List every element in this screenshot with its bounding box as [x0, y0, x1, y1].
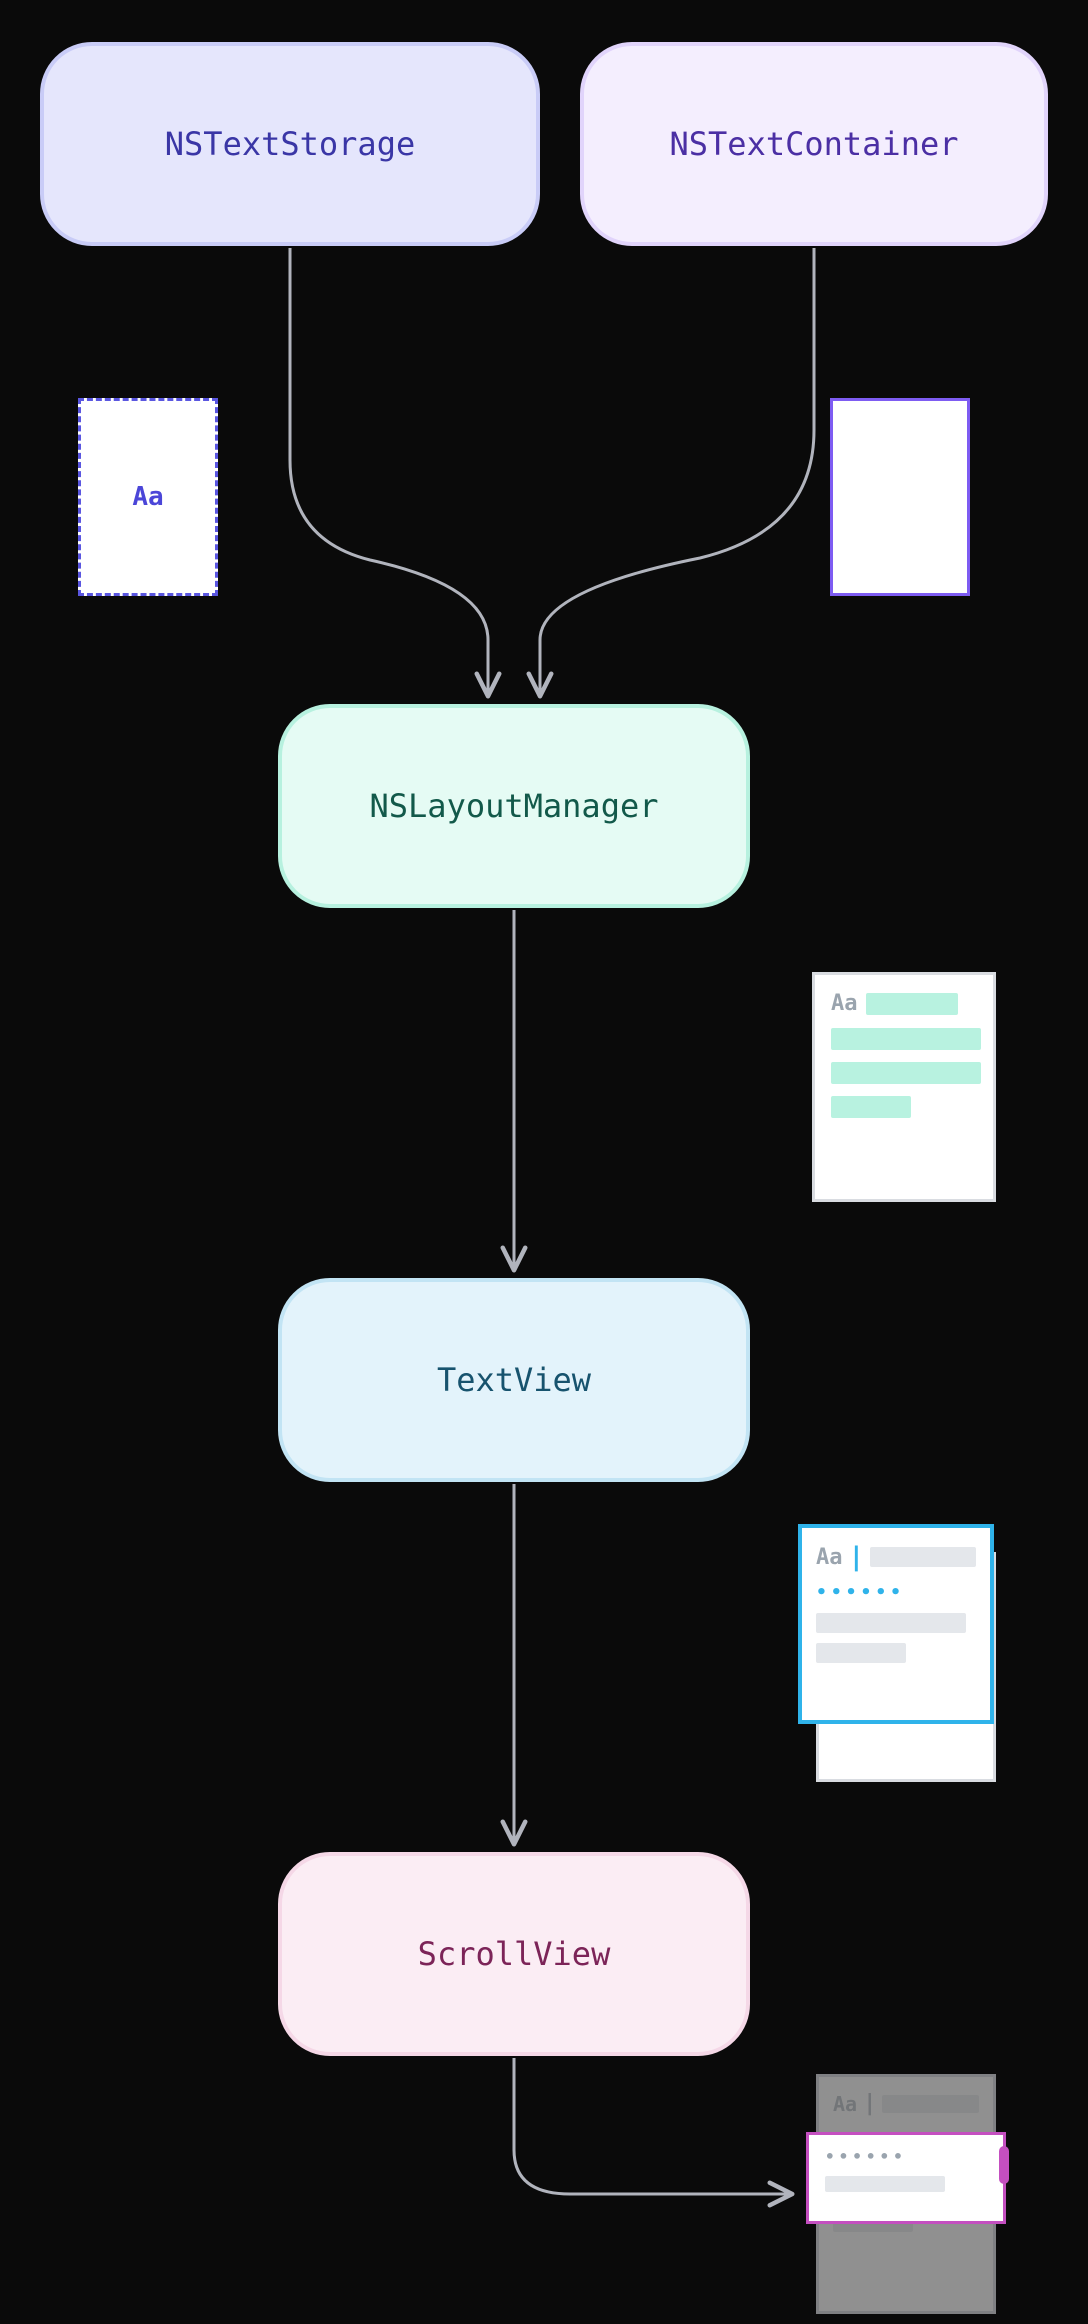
node-label: NSTextStorage: [165, 125, 415, 163]
node-label: NSLayoutManager: [370, 787, 659, 825]
node-nstextstorage: NSTextStorage: [40, 42, 540, 246]
text-container-icon: [830, 398, 970, 596]
text-line-icon: [816, 1613, 966, 1633]
selection-dots-icon: ••••••: [816, 1582, 976, 1603]
text-line-icon: [831, 1028, 981, 1050]
node-label: NSTextContainer: [670, 125, 959, 163]
node-label: TextView: [437, 1361, 591, 1399]
node-scrollview: ScrollView: [278, 1852, 750, 2056]
node-textview: TextView: [278, 1278, 750, 1482]
text-line-icon: [866, 993, 958, 1015]
text-line-icon: [870, 1547, 976, 1567]
selection-dots-icon: ••••••: [825, 2147, 987, 2166]
textview-icon: Aa | ••••••: [798, 1524, 1008, 1782]
node-label: ScrollView: [418, 1935, 611, 1973]
text-storage-icon: Aa: [78, 398, 218, 596]
aa-glyph: Aa: [132, 482, 163, 512]
node-nslayoutmanager: NSLayoutManager: [278, 704, 750, 908]
scroll-viewport-icon: ••••••: [806, 2132, 1006, 2224]
arrow-storage-to-layout: [290, 248, 488, 694]
text-line-icon: [825, 2176, 945, 2192]
text-line-icon: [882, 2095, 979, 2113]
aa-glyph: Aa: [816, 1545, 843, 1570]
scrollbar-thumb-icon: [999, 2146, 1009, 2184]
arrow-scrollview-to-icon: [514, 2058, 790, 2194]
text-line-icon: [831, 1096, 911, 1118]
text-line-icon: [831, 1062, 981, 1084]
node-nstextcontainer: NSTextContainer: [580, 42, 1048, 246]
layout-manager-icon: Aa: [812, 972, 996, 1202]
editor-viewport-icon: Aa | ••••••: [798, 1524, 994, 1724]
arrow-container-to-layout: [540, 248, 814, 694]
scrollview-icon: Aa | ••••••: [806, 2074, 1008, 2316]
text-line-icon: [816, 1643, 906, 1663]
text-cursor-icon: |: [863, 2091, 876, 2116]
aa-glyph: Aa: [831, 991, 858, 1016]
text-cursor-icon: |: [849, 1542, 865, 1572]
aa-glyph: Aa: [833, 2092, 857, 2116]
